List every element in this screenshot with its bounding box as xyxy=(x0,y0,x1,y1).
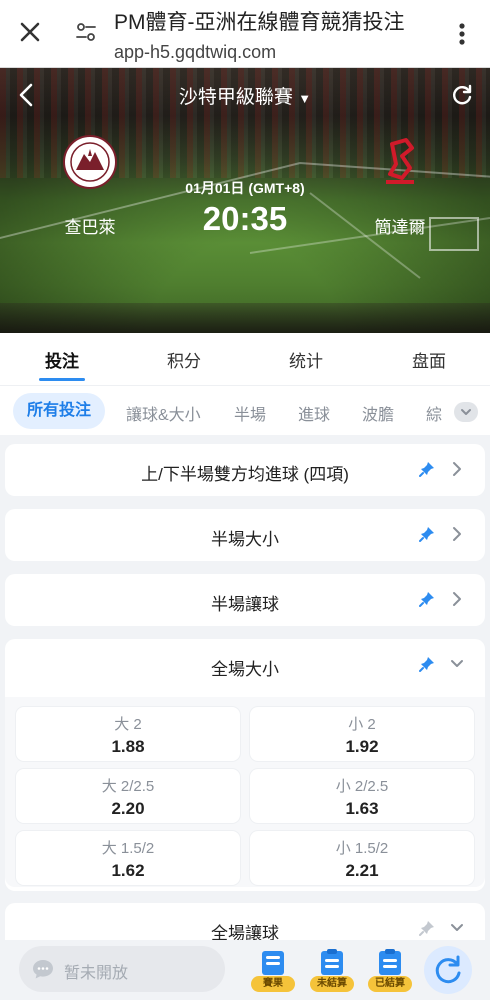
sub-tab-handicap-total[interactable]: 讓球&大小 xyxy=(126,401,201,425)
odds-value: 1.62 xyxy=(111,861,145,880)
odds-label: 小 2 xyxy=(348,716,376,733)
sub-tab-correct-score[interactable]: 波膽 xyxy=(362,401,394,425)
chevron-right-icon xyxy=(453,462,461,476)
odds-grid: 大 2 1.88 小 2 1.92 大 2/2.5 2.20 小 2/2.5 1… xyxy=(5,697,485,887)
odds-button[interactable]: 小 2 1.92 xyxy=(250,707,474,761)
refresh-icon[interactable] xyxy=(449,82,475,108)
stadium-stand xyxy=(0,303,490,333)
active-tab-indicator xyxy=(39,378,85,381)
market-title: 上/下半場雙方均進球 (四項) xyxy=(141,465,349,484)
market-category-tabs: 所有投注 讓球&大小 半場 進球 波膽 綜 xyxy=(0,385,490,435)
site-settings-icon[interactable] xyxy=(74,20,98,44)
close-icon[interactable] xyxy=(16,18,44,46)
odds-label: 小 2/2.5 xyxy=(335,778,389,795)
browser-title: PM體育-亞洲在線體育競猜投注 xyxy=(114,11,405,34)
market-row[interactable]: 半場大小 xyxy=(5,509,485,561)
unsettled-icon xyxy=(321,949,343,975)
browser-bar: PM體育-亞洲在線體育競猜投注 app-h5.gqdtwiq.com xyxy=(0,0,490,68)
settled-label: 已結算 xyxy=(368,976,412,992)
odds-label: 大 2/2.5 xyxy=(101,778,155,795)
pin-icon[interactable] xyxy=(419,461,435,477)
tab-standings[interactable]: 积分 xyxy=(144,347,224,372)
odds-label: 小 1.5/2 xyxy=(335,840,389,857)
market-row[interactable]: 上/下半場雙方均進球 (四項) xyxy=(5,444,485,496)
tab-board[interactable]: 盘面 xyxy=(389,347,469,372)
odds-value: 1.88 xyxy=(111,737,145,756)
odds-button[interactable]: 小 1.5/2 2.21 xyxy=(250,831,474,885)
settled-button[interactable]: 已結算 xyxy=(366,946,414,998)
odds-value: 2.20 xyxy=(111,799,145,818)
chat-placeholder: 暂未開放 xyxy=(64,965,129,982)
unsettled-button[interactable]: 未結算 xyxy=(308,946,356,998)
settled-icon xyxy=(379,949,401,975)
chat-input[interactable]: 暂未開放 xyxy=(19,946,225,992)
odds-button[interactable]: 大 2 1.88 xyxy=(16,707,240,761)
chevron-down-icon[interactable] xyxy=(449,655,465,673)
odds-value: 2.21 xyxy=(345,861,379,880)
results-button[interactable]: 賽果 xyxy=(249,946,297,998)
match-header: 沙特甲級聯賽 ▼ 查巴萊 01月01日 (GMT+8) 20:35 簡達爾 xyxy=(0,68,490,333)
bottom-toolbar: 暂未開放 賽果 未結算 已結算 xyxy=(0,940,490,1000)
league-selector[interactable]: 沙特甲級聯賽 ▼ xyxy=(0,82,490,109)
tab-label: 积分 xyxy=(167,352,201,371)
away-team: 簡達爾 xyxy=(345,134,455,238)
odds-button[interactable]: 小 2/2.5 1.63 xyxy=(250,769,474,823)
tab-label: 盘面 xyxy=(412,352,446,371)
chevron-down-icon xyxy=(461,409,471,415)
results-label: 賽果 xyxy=(251,976,295,992)
sub-tab-combo[interactable]: 綜 xyxy=(426,401,442,425)
unsettled-label: 未結算 xyxy=(310,976,354,992)
tab-label: 投注 xyxy=(45,352,79,371)
odds-value: 1.63 xyxy=(345,799,379,818)
chevron-right-icon xyxy=(453,527,461,541)
pin-icon[interactable] xyxy=(419,591,435,607)
browser-url[interactable]: app-h5.gqdtwiq.com xyxy=(114,42,276,63)
odds-label: 大 2 xyxy=(114,716,142,733)
tab-label: 统计 xyxy=(289,352,323,371)
caret-down-icon: ▼ xyxy=(298,91,312,106)
league-name: 沙特甲級聯賽 xyxy=(178,87,293,108)
chat-bubble-icon xyxy=(33,960,53,979)
sub-tab-half[interactable]: 半場 xyxy=(234,401,266,425)
market-row-expanded: 全場大小 大 2 1.88 小 2 1.92 大 2/2.5 2.20 小 2/… xyxy=(5,639,485,891)
odds-label: 大 1.5/2 xyxy=(101,840,155,857)
refresh-button[interactable] xyxy=(424,946,472,994)
sub-tab-all[interactable]: 所有投注 xyxy=(13,393,106,429)
odds-value: 1.92 xyxy=(345,737,379,756)
odds-button[interactable]: 大 2/2.5 2.20 xyxy=(16,769,240,823)
pin-icon[interactable] xyxy=(419,920,435,936)
chevron-right-icon xyxy=(453,592,461,606)
tab-stats[interactable]: 统计 xyxy=(266,347,346,372)
more-vert-icon[interactable] xyxy=(452,20,472,48)
expand-tabs-button[interactable] xyxy=(454,402,478,422)
chevron-down-icon[interactable] xyxy=(449,919,465,937)
odds-button[interactable]: 大 1.5/2 1.62 xyxy=(16,831,240,885)
page: PM體育-亞洲在線體育競猜投注 app-h5.gqdtwiq.com 沙特甲級聯… xyxy=(0,0,490,1000)
main-tabs: 投注 积分 统计 盘面 xyxy=(0,333,490,385)
market-title: 半場大小 xyxy=(211,530,279,549)
results-icon xyxy=(262,951,284,975)
away-team-name: 簡達爾 xyxy=(374,218,426,237)
away-team-logo xyxy=(386,138,414,184)
pin-icon[interactable] xyxy=(419,656,435,672)
market-row[interactable]: 半場讓球 xyxy=(5,574,485,626)
refresh-icon xyxy=(435,955,461,984)
market-title: 半場讓球 xyxy=(211,595,279,614)
pin-icon[interactable] xyxy=(419,526,435,542)
tab-bet[interactable]: 投注 xyxy=(22,347,102,381)
sub-tab-goals[interactable]: 進球 xyxy=(298,401,330,425)
market-title[interactable]: 全場大小 xyxy=(5,655,490,680)
